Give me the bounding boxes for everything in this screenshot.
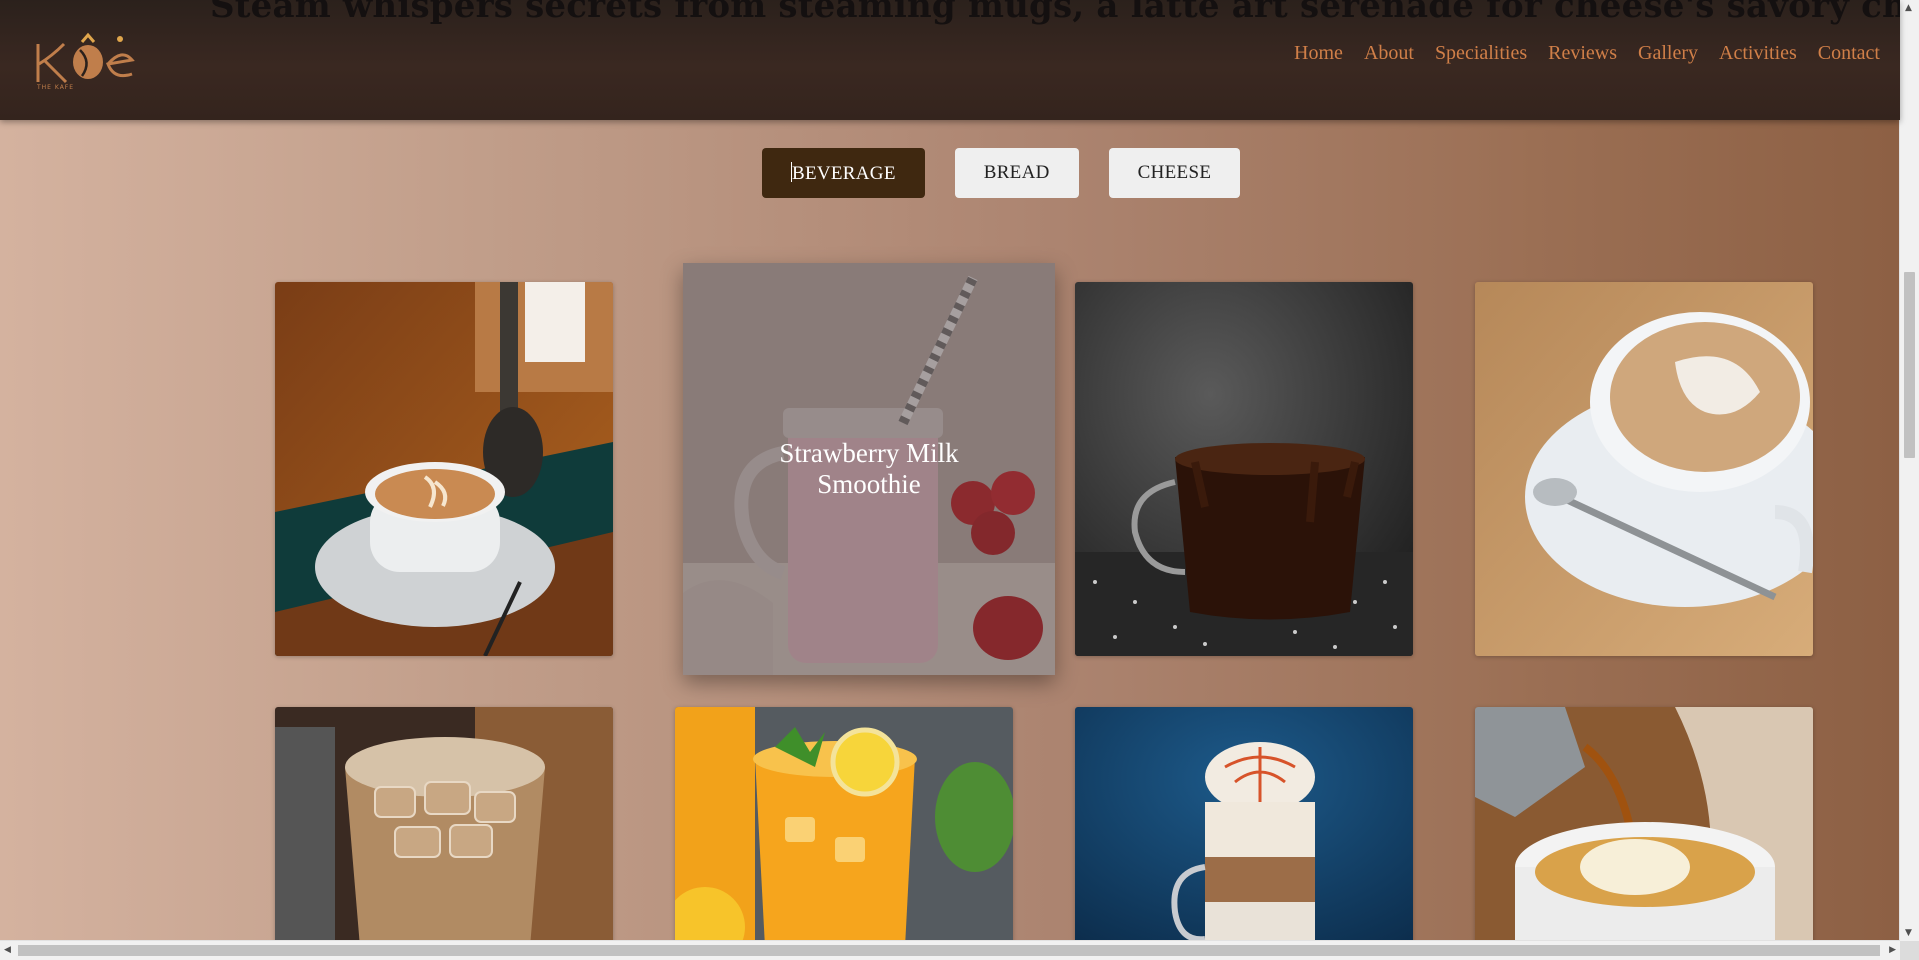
scroll-down-arrow-icon[interactable]: ▼	[1905, 928, 1912, 938]
card-hover-overlay: Strawberry Milk Smoothie	[683, 263, 1055, 675]
latte-art-cup-image	[275, 282, 613, 656]
gallery-card[interactable]	[275, 282, 613, 656]
cappuccino-cup-image	[1475, 282, 1813, 656]
vertical-scrollbar[interactable]: ▲ ▼	[1899, 0, 1919, 941]
affogato-image	[1475, 707, 1813, 947]
gallery-card[interactable]	[1075, 282, 1413, 656]
horizontal-scroll-thumb[interactable]	[18, 945, 1880, 956]
category-filters: BEVERAGE BREAD CHEESE	[762, 148, 1241, 198]
scrollbar-corner	[1900, 941, 1919, 960]
main-nav: Home About Specialities Reviews Gallery …	[1294, 42, 1880, 65]
site-logo[interactable]: THE KAFE	[34, 30, 154, 96]
nav-reviews[interactable]: Reviews	[1548, 42, 1617, 65]
gallery-card[interactable]	[1475, 282, 1813, 656]
filter-bread-button[interactable]: BREAD	[954, 148, 1079, 198]
hero-tagline: Steam whispers secrets from steaming mug…	[210, 0, 1900, 26]
vertical-scroll-thumb[interactable]	[1904, 272, 1915, 458]
gallery-card-hovered[interactable]: Strawberry Milk Smoothie	[683, 263, 1055, 675]
nav-specialities[interactable]: Specialities	[1435, 42, 1527, 65]
gallery-card[interactable]	[275, 707, 613, 947]
nav-activities[interactable]: Activities	[1719, 42, 1797, 65]
gallery-card[interactable]	[1075, 707, 1413, 947]
logo-subtext: THE KAFE	[37, 84, 75, 91]
card-hover-title: Strawberry Milk Smoothie	[779, 438, 959, 499]
scroll-left-arrow-icon[interactable]: ◀	[4, 945, 11, 955]
nav-contact[interactable]: Contact	[1818, 42, 1880, 65]
gallery-card[interactable]	[1475, 707, 1813, 947]
iced-coffee-image	[275, 707, 613, 947]
filter-cheese-button[interactable]: CHEESE	[1108, 148, 1241, 198]
layered-latte-image	[1075, 707, 1413, 947]
horizontal-scrollbar[interactable]: ◀ ▶	[0, 940, 1900, 960]
nav-gallery[interactable]: Gallery	[1638, 42, 1698, 65]
hot-chocolate-image	[1075, 282, 1413, 656]
nav-about[interactable]: About	[1364, 42, 1414, 65]
scroll-up-arrow-icon[interactable]: ▲	[1905, 3, 1912, 13]
scroll-right-arrow-icon[interactable]: ▶	[1889, 945, 1896, 955]
iced-lemon-tea-image	[675, 707, 1013, 947]
site-header: Steam whispers secrets from steaming mug…	[0, 0, 1900, 120]
nav-home[interactable]: Home	[1294, 42, 1343, 65]
gallery-card[interactable]	[675, 707, 1013, 947]
filter-beverage-button[interactable]: BEVERAGE	[762, 148, 925, 198]
